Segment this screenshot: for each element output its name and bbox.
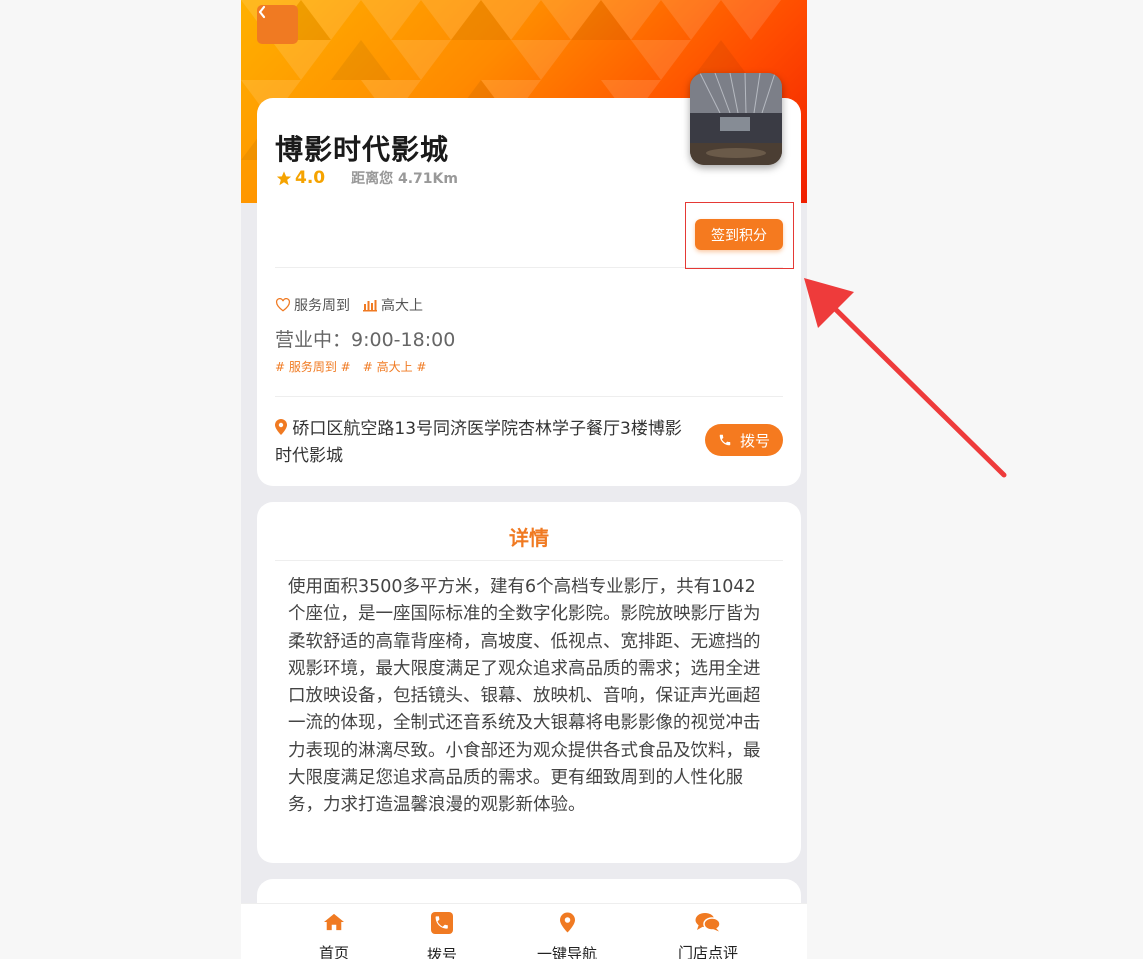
bottom-tab-bar: 首页 拨号 一键导航 门店点评 xyxy=(241,903,807,959)
call-label: 拨号 xyxy=(739,431,770,450)
detail-title: 详情 xyxy=(509,526,549,550)
cinema-lobby-image xyxy=(690,73,782,165)
rating-row: 4.0 距离您 4.71Km xyxy=(275,168,458,188)
address-text: 硚口区航空路13号同济医学院杏林学子餐厅3楼博影时代影城 xyxy=(275,419,682,466)
star-icon xyxy=(276,170,292,185)
detail-card: 详情 使用面积3500多平方米，建有6个高档专业影厅，共有1042个座位，是一座… xyxy=(257,502,801,863)
tab-reviews[interactable]: 门店点评 xyxy=(663,904,753,959)
divider xyxy=(275,560,783,561)
rating-value: 4.0 xyxy=(295,168,326,188)
map-pin-icon xyxy=(559,912,575,933)
annotation-highlight-box xyxy=(685,202,794,269)
detail-description: 使用面积3500多平方米，建有6个高档专业影厅，共有1042个座位，是一座国际标… xyxy=(288,577,761,816)
divider xyxy=(275,396,783,397)
call-button[interactable]: 拨号 xyxy=(705,424,783,456)
mobile-viewport: 博影时代影城 4.0 距离您 4.71Km 签到积分 服务周到 高大上 营业中：… xyxy=(241,0,807,959)
feature-row: 服务周到 高大上 xyxy=(275,295,423,315)
back-button[interactable] xyxy=(257,5,298,44)
distance-text: 距离您 4.71Km xyxy=(351,171,458,187)
address-block: 硚口区航空路13号同济医学院杏林学子餐厅3楼博影时代影城 xyxy=(275,416,695,470)
tab-call[interactable]: 拨号 xyxy=(397,904,487,959)
tab-navigate[interactable]: 一键导航 xyxy=(522,904,612,959)
phone-icon xyxy=(719,434,731,446)
tab-label: 一键导航 xyxy=(536,945,597,959)
tag-list: # 服务周到 # # 高大上 # xyxy=(275,358,439,375)
home-icon xyxy=(323,912,345,932)
phone-icon xyxy=(431,912,453,934)
tab-label: 拨号 xyxy=(426,946,457,959)
feature-service: 服务周到 xyxy=(294,298,350,314)
map-pin-icon xyxy=(275,419,287,435)
bar-chart-icon xyxy=(362,298,378,312)
tag-item: # 高大上 # xyxy=(362,360,427,374)
business-hours: 营业中：9:00-18:00 xyxy=(275,329,456,351)
comments-icon xyxy=(695,912,721,932)
tab-label: 门店点评 xyxy=(677,944,738,959)
annotation-arrow xyxy=(804,278,1007,478)
feature-premium: 高大上 xyxy=(381,298,423,314)
chevron-left-icon xyxy=(258,5,266,19)
tab-label: 首页 xyxy=(318,944,349,959)
store-name: 博影时代影城 xyxy=(275,133,450,166)
heart-icon xyxy=(275,298,291,312)
tab-home[interactable]: 首页 xyxy=(289,904,379,959)
store-thumbnail xyxy=(690,73,782,165)
tag-item: # 服务周到 # xyxy=(275,360,351,374)
